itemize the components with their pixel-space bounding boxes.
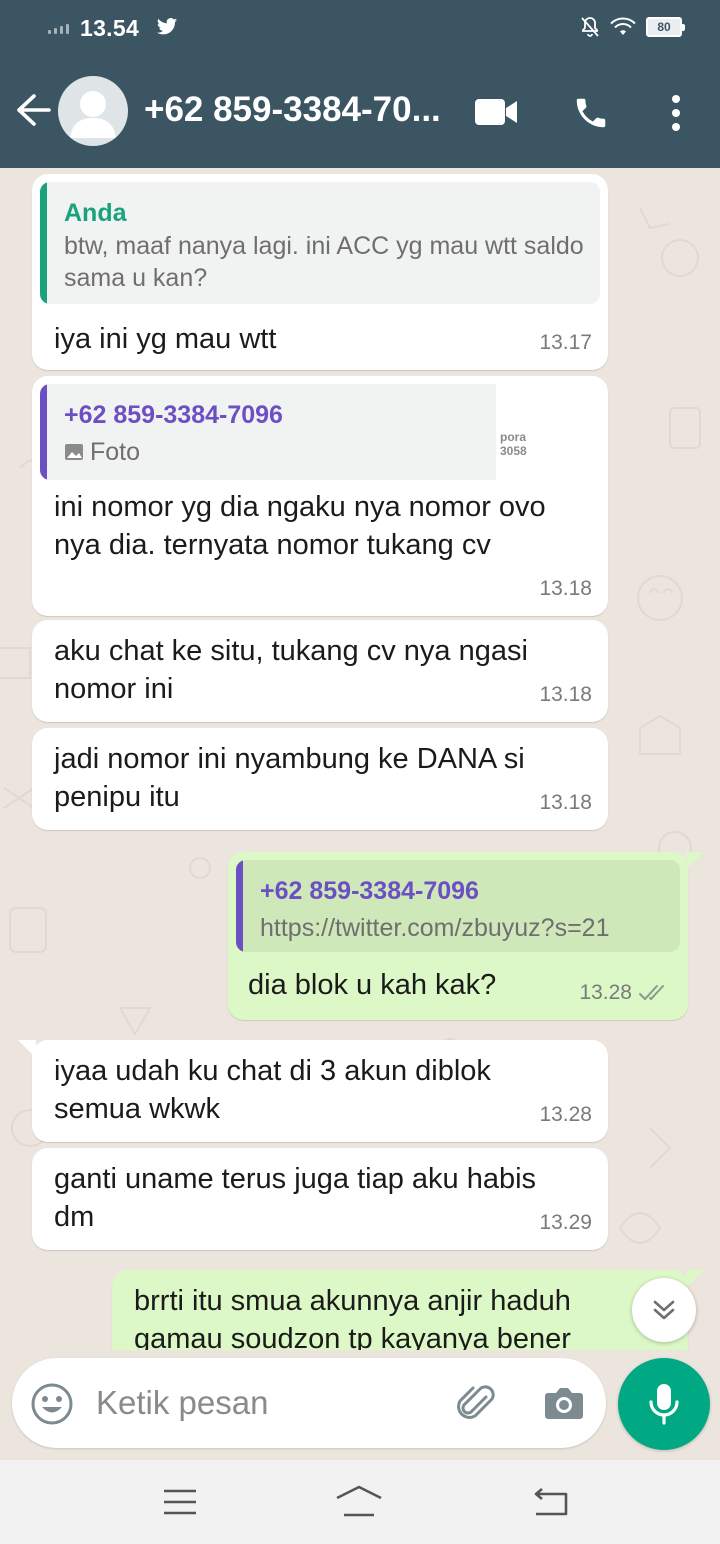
back-arrow-icon[interactable] xyxy=(14,92,52,128)
more-menu-icon[interactable] xyxy=(668,94,684,132)
avatar-icon xyxy=(70,91,116,138)
quoted-message[interactable]: Anda btw, maaf nanya lagi. ini ACC yg ma… xyxy=(40,182,600,304)
message-text: dia blok u kah kak? xyxy=(248,969,497,1001)
quoted-link: https://twitter.com/zbuyuz?s=21 xyxy=(260,914,610,942)
message-time: 13.17 xyxy=(539,331,592,354)
mic-icon xyxy=(649,1384,679,1425)
home-icon[interactable] xyxy=(334,1484,384,1518)
quoted-text: btw, maaf nanya lagi. ini ACC yg mau wtt… xyxy=(64,232,584,292)
bubble-tail xyxy=(686,852,704,870)
attach-icon[interactable] xyxy=(456,1383,498,1425)
message-text: jadi nomor ini nyambung ke DANA si penip… xyxy=(54,743,525,813)
wifi-icon xyxy=(610,17,636,35)
scroll-down-icon xyxy=(653,1300,675,1320)
message-bubble-incoming[interactable]: iyaa udah ku chat di 3 akun diblok semua… xyxy=(32,1040,608,1142)
quoted-image-thumbnail: pora 3058 xyxy=(496,384,600,480)
message-bubble-incoming[interactable]: aku chat ke situ, tukang cv nya ngasi no… xyxy=(32,620,608,722)
quoted-sender: +62 859-3384-7096 xyxy=(260,877,479,905)
recent-apps-icon[interactable] xyxy=(162,1488,198,1516)
status-time: 13.54 xyxy=(80,15,140,41)
message-bubble-outgoing[interactable]: brrti itu smua akunnya anjir haduh gamau… xyxy=(112,1270,688,1350)
message-bubble-outgoing[interactable]: +62 859-3384-7096 https://twitter.com/zb… xyxy=(228,852,688,1020)
status-bar: 13.54 80 xyxy=(0,0,720,56)
chat-header: +62 859-3384-70... xyxy=(0,56,720,168)
message-composer[interactable]: Ketik pesan xyxy=(12,1358,606,1448)
message-time: 13.28 xyxy=(579,974,670,1012)
scroll-to-bottom-button[interactable] xyxy=(632,1278,696,1342)
message-time: 13.18 xyxy=(539,577,592,600)
message-time: 13.18 xyxy=(539,791,592,814)
message-text: iya ini yg mau wtt xyxy=(54,323,277,355)
voice-call-icon[interactable] xyxy=(572,94,610,132)
avatar[interactable] xyxy=(58,76,128,146)
system-nav-bar xyxy=(0,1460,720,1544)
message-text: aku chat ke situ, tukang cv nya ngasi no… xyxy=(54,635,528,705)
message-bubble-incoming[interactable]: Anda btw, maaf nanya lagi. ini ACC yg ma… xyxy=(32,174,608,370)
message-text: ganti uname terus juga tiap aku habis dm xyxy=(54,1163,537,1233)
battery-icon: 80 xyxy=(646,17,685,37)
quoted-message[interactable]: +62 859-3384-7096 Foto pora 3058 xyxy=(40,384,600,480)
message-bubble-incoming[interactable]: +62 859-3384-7096 Foto pora 3058 ini nom… xyxy=(32,376,608,616)
message-text: brrti itu smua akunnya anjir haduh gamau… xyxy=(134,1285,571,1350)
mute-bell-icon xyxy=(581,17,599,37)
emoji-icon[interactable] xyxy=(30,1382,74,1426)
quoted-media-label: Foto xyxy=(90,438,141,466)
chat-area[interactable]: Anda btw, maaf nanya lagi. ini ACC yg ma… xyxy=(0,168,720,1350)
twitter-icon xyxy=(156,18,178,35)
nav-back-icon[interactable] xyxy=(530,1488,570,1518)
message-text: ini nomor yg dia ngaku nya nomor ovo nya… xyxy=(54,491,546,561)
quoted-sender: +62 859-3384-7096 xyxy=(64,401,283,429)
voice-record-button[interactable] xyxy=(618,1358,710,1450)
image-icon xyxy=(65,444,83,460)
message-time: 13.18 xyxy=(539,683,592,706)
message-time: 13.28 xyxy=(539,1103,592,1126)
video-call-icon[interactable] xyxy=(474,98,518,126)
quoted-message[interactable]: +62 859-3384-7096 https://twitter.com/zb… xyxy=(236,860,680,952)
contact-name[interactable]: +62 859-3384-70... xyxy=(144,90,454,130)
message-input[interactable]: Ketik pesan xyxy=(96,1384,268,1422)
message-text: iyaa udah ku chat di 3 akun diblok semua… xyxy=(54,1055,491,1125)
quoted-text: Foto xyxy=(64,436,140,468)
quoted-sender: Anda xyxy=(64,199,127,227)
bubble-tail xyxy=(686,1270,704,1288)
message-time: 13.29 xyxy=(539,1211,592,1234)
signal-icon xyxy=(48,24,69,34)
message-bubble-incoming[interactable]: jadi nomor ini nyambung ke DANA si penip… xyxy=(32,728,608,830)
double-check-icon xyxy=(639,985,664,1001)
camera-icon[interactable] xyxy=(544,1385,584,1421)
message-time-label: 13.28 xyxy=(579,981,632,1004)
message-bubble-incoming[interactable]: ganti uname terus juga tiap aku habis dm… xyxy=(32,1148,608,1250)
